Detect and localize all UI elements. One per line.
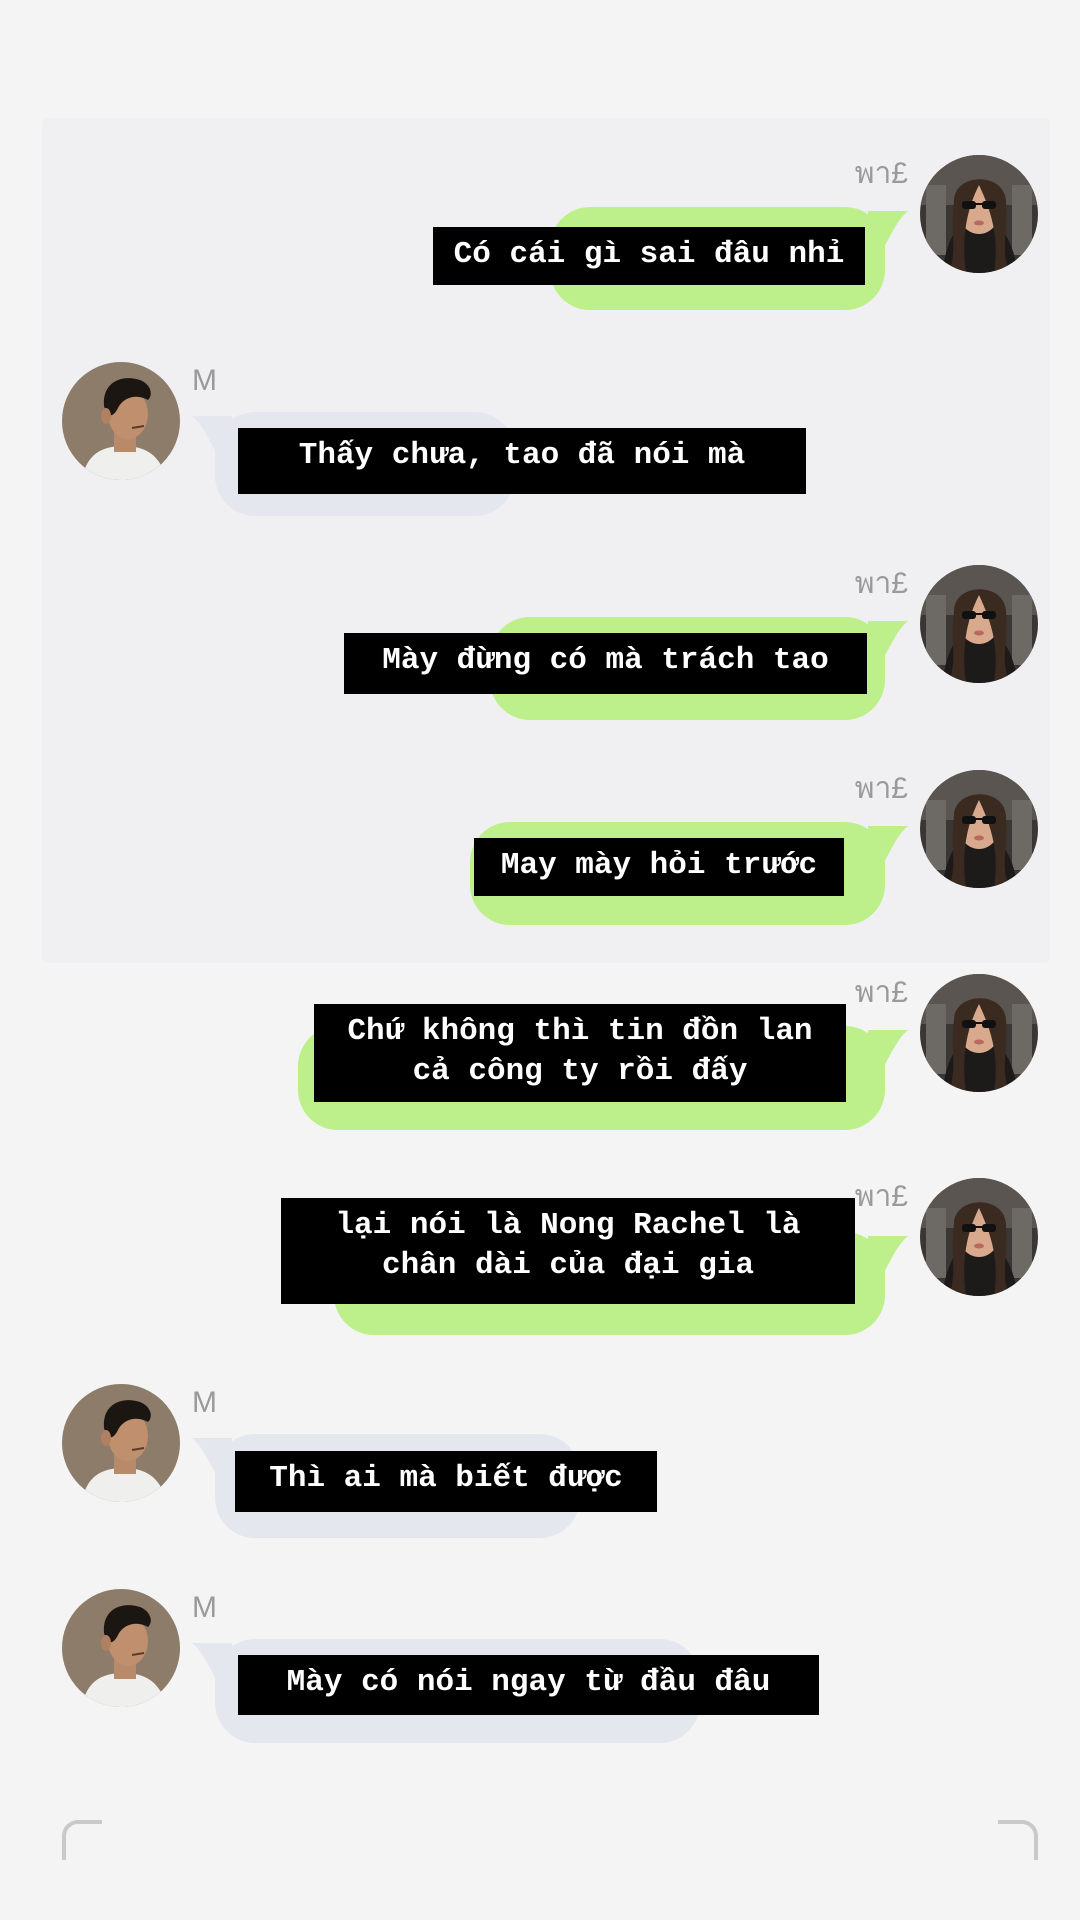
sender-name: พา£	[854, 567, 908, 600]
bubble-tail	[192, 1643, 232, 1683]
sender-name: พา£	[854, 1180, 908, 1213]
avatar-woman[interactable]	[920, 974, 1038, 1092]
avatar-woman[interactable]	[920, 1178, 1038, 1296]
message-caption: lại nói là Nong Rachel là chân dài của đ…	[281, 1198, 855, 1304]
sender-name: พา£	[854, 157, 908, 190]
avatar-man[interactable]	[62, 362, 180, 480]
message-caption: Thấy chưa, tao đã nói mà	[238, 428, 806, 494]
bubble-tail	[868, 621, 908, 661]
frame-corner-bottom-right	[998, 1820, 1038, 1860]
sender-name: M	[192, 364, 217, 397]
sender-name: M	[192, 1386, 217, 1419]
sender-name: พา£	[854, 772, 908, 805]
bubble-tail	[868, 211, 908, 251]
message-caption: Thì ai mà biết được	[235, 1451, 657, 1512]
message-caption: Mày có nói ngay từ đầu đâu	[238, 1655, 819, 1715]
bubble-tail	[868, 1236, 908, 1276]
frame-corner-bottom-left	[62, 1820, 102, 1860]
bubble-tail	[868, 826, 908, 866]
sender-name: M	[192, 1591, 217, 1624]
avatar-woman[interactable]	[920, 770, 1038, 888]
message-caption: Chứ không thì tin đồn lan cả công ty rồi…	[314, 1004, 846, 1102]
bubble-tail	[192, 416, 232, 456]
avatar-man[interactable]	[62, 1589, 180, 1707]
avatar-woman[interactable]	[920, 155, 1038, 273]
message-caption: May mày hỏi trước	[474, 838, 844, 896]
avatar-woman[interactable]	[920, 565, 1038, 683]
message-caption: Có cái gì sai đâu nhỉ	[433, 227, 865, 285]
bubble-tail	[192, 1438, 232, 1478]
message-caption: Mày đừng có mà trách tao	[344, 633, 867, 694]
sender-name: พา£	[854, 976, 908, 1009]
bubble-tail	[868, 1030, 908, 1070]
avatar-man[interactable]	[62, 1384, 180, 1502]
